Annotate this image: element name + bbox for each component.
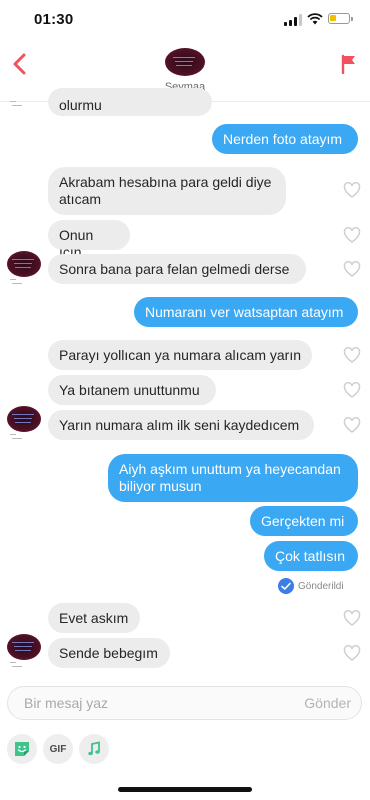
sticker-button[interactable] (7, 734, 37, 764)
status-marks (10, 662, 24, 668)
message-input[interactable] (24, 687, 264, 719)
contact-avatar[interactable] (165, 48, 205, 76)
outgoing-message[interactable]: Nerden foto atayım (212, 124, 358, 154)
flag-icon[interactable] (340, 54, 358, 74)
battery-icon (328, 13, 353, 24)
sticker-icon (15, 742, 29, 756)
delivery-status: Gönderildi (278, 577, 344, 595)
heart-icon[interactable] (343, 347, 361, 363)
status-marks (10, 279, 24, 285)
heart-icon[interactable] (343, 182, 361, 198)
outgoing-message[interactable]: Numaranı ver watsaptan atayım (134, 297, 358, 327)
status-marks (10, 101, 24, 107)
incoming-message[interactable]: Parayı yollıcan ya numara alıcam yarın (48, 340, 312, 370)
home-indicator (118, 787, 252, 792)
gif-button[interactable]: GIF (43, 734, 73, 764)
delivery-label: Gönderildi (298, 580, 344, 592)
outgoing-message[interactable]: Gerçekten mi (250, 506, 358, 536)
contact-avatar[interactable] (7, 634, 41, 660)
wifi-icon (307, 13, 323, 25)
incoming-message[interactable]: Sende bebegım (48, 638, 170, 668)
incoming-message[interactable]: Onun ıcın (48, 220, 130, 260)
music-note-icon (88, 741, 100, 756)
heart-icon[interactable] (343, 227, 361, 243)
send-button[interactable]: Gönder (304, 695, 351, 711)
status-marks (10, 434, 24, 440)
contact-avatar[interactable] (7, 406, 41, 432)
incoming-message[interactable]: Akrabam hesabına para geldi diye atıcam (48, 167, 286, 215)
contact-avatar[interactable] (7, 251, 41, 277)
incoming-message[interactable]: Yarın numara alım ilk seni kaydedıcem (48, 410, 314, 440)
clock: 01:30 (34, 11, 74, 28)
sent-check-icon (278, 578, 294, 594)
heart-icon[interactable] (343, 610, 361, 626)
incoming-message[interactable]: Ya bıtanem unuttunmu (48, 375, 216, 405)
cellular-signal-icon (284, 14, 302, 26)
incoming-message[interactable]: Evet askım (48, 603, 140, 633)
outgoing-message[interactable]: Çok tatlısın (264, 541, 358, 571)
heart-icon[interactable] (343, 417, 361, 433)
message-composer: Gönder (7, 686, 362, 720)
incoming-message[interactable]: Sonra bana para felan gelmedi derse (48, 254, 306, 284)
incoming-message[interactable]: olurmu (48, 88, 212, 116)
back-chevron-icon[interactable] (10, 52, 30, 76)
outgoing-message[interactable]: Aiyh aşkım unuttum ya heyecandan biliyor… (108, 454, 358, 502)
heart-icon[interactable] (343, 261, 361, 277)
heart-icon[interactable] (343, 645, 361, 661)
gif-label: GIF (49, 743, 67, 755)
music-button[interactable] (79, 734, 109, 764)
status-bar: 01:30 (0, 0, 370, 40)
heart-icon[interactable] (343, 382, 361, 398)
